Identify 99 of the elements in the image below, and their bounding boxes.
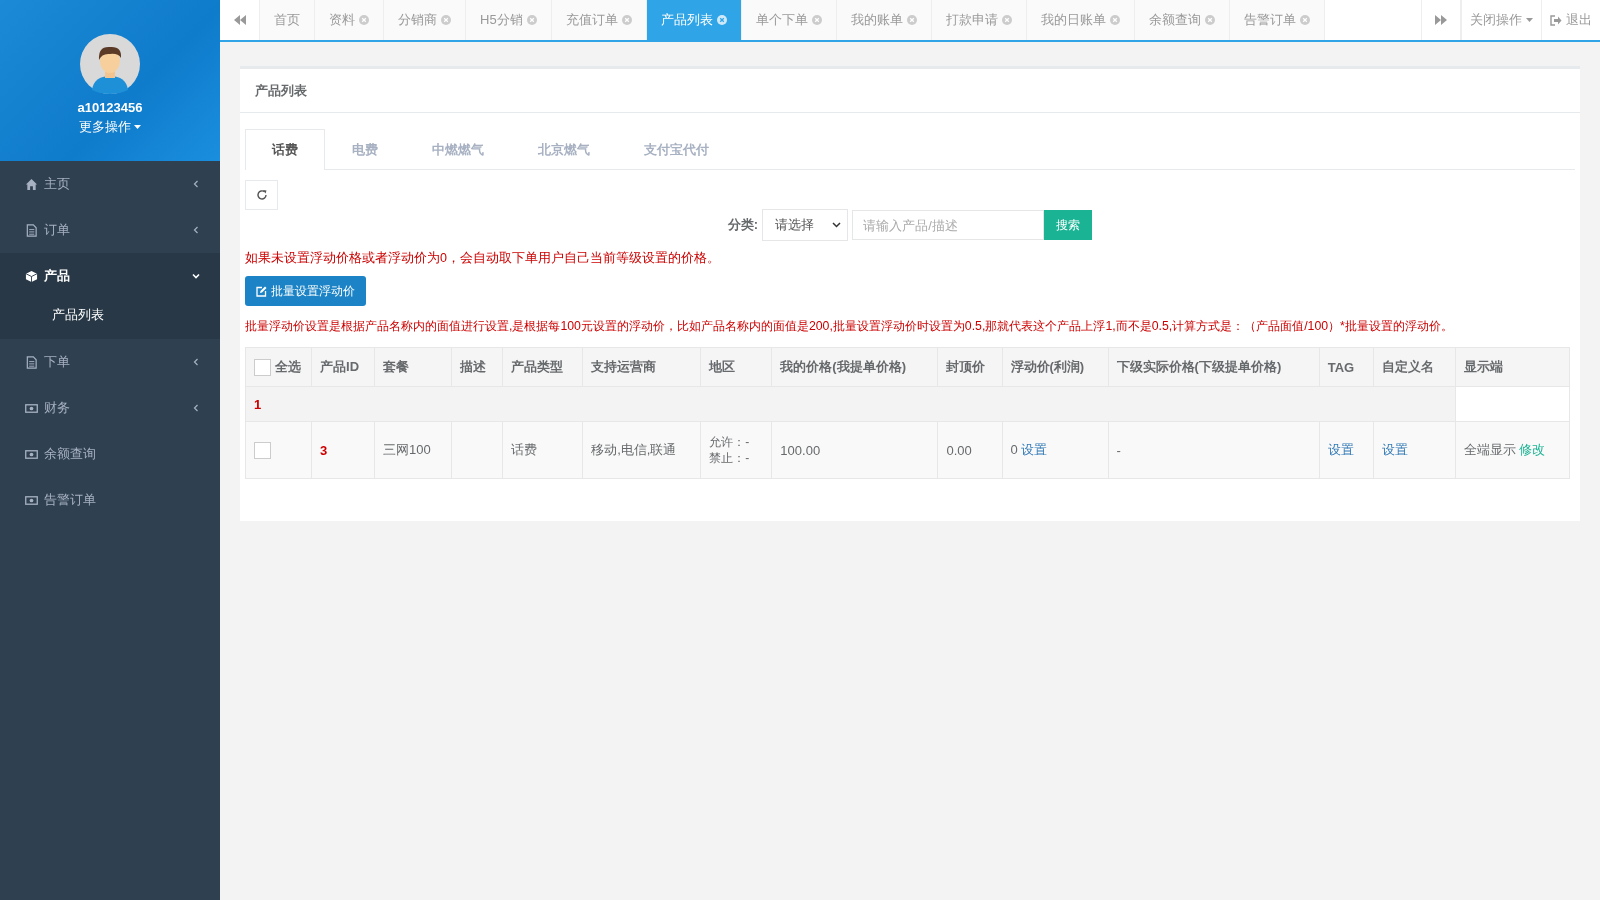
- table-cell: 3: [311, 421, 375, 479]
- category-tab[interactable]: 电费: [325, 129, 405, 169]
- table-cell: 话费: [502, 421, 583, 479]
- sidebar-item[interactable]: 主页: [0, 161, 220, 207]
- category-label: 分类:: [727, 216, 759, 234]
- set-link[interactable]: 设置: [1327, 442, 1354, 457]
- chevron-down-icon: [832, 222, 842, 228]
- column-header: 产品类型: [502, 347, 583, 387]
- close-icon[interactable]: [359, 15, 369, 25]
- money-icon: [25, 447, 38, 461]
- table-cell: 移动,电信,联通: [582, 421, 701, 479]
- chevron-left-icon: [192, 226, 200, 234]
- category-select[interactable]: 请选择: [762, 209, 849, 241]
- home-icon: [25, 177, 38, 191]
- page-tab[interactable]: 产品列表: [646, 0, 742, 40]
- column-header: 支持运营商: [582, 347, 701, 387]
- category-tab[interactable]: 支付宝代付: [617, 129, 736, 169]
- panel-title: 产品列表: [240, 69, 1580, 113]
- sidebar-item[interactable]: 告警订单: [0, 477, 220, 523]
- set-link[interactable]: 设置: [1381, 442, 1408, 457]
- column-header: 产品ID: [311, 347, 375, 387]
- column-header: 地区: [700, 347, 772, 387]
- column-header: 我的价格(我提单价格): [771, 347, 938, 387]
- chevron-left-icon: [192, 180, 200, 188]
- sidebar-item[interactable]: 下单: [0, 339, 220, 385]
- page-tab[interactable]: 分销商: [384, 0, 466, 40]
- category-tab[interactable]: 北京燃气: [511, 129, 617, 169]
- column-header: 全选: [275, 358, 301, 376]
- caret-icon: [134, 125, 141, 129]
- row-checkbox[interactable]: [254, 441, 271, 459]
- cube-icon: [25, 269, 38, 283]
- page-tab[interactable]: 告警订单: [1229, 0, 1325, 40]
- close-icon[interactable]: [1204, 15, 1215, 25]
- page-tab[interactable]: 我的账单: [836, 0, 932, 40]
- page-tab[interactable]: 首页: [260, 0, 315, 40]
- caret-icon: [1526, 18, 1533, 22]
- scroll-right-button[interactable]: [1421, 0, 1461, 40]
- chevron-left-icon: [192, 404, 200, 412]
- close-icon[interactable]: [1299, 15, 1310, 25]
- chevron-down-icon: [192, 272, 200, 280]
- file-icon: [25, 355, 38, 369]
- column-header: 封顶价: [937, 347, 1002, 387]
- chevron-left-icon: [192, 358, 200, 366]
- refresh-button[interactable]: [245, 180, 278, 210]
- money-icon: [25, 401, 38, 415]
- username: a10123456: [77, 100, 143, 115]
- page-tab[interactable]: 打款申请: [931, 0, 1027, 40]
- sidebar-item[interactable]: 订单: [0, 207, 220, 253]
- page-tab[interactable]: 资料: [315, 0, 384, 40]
- page-tab[interactable]: H5分销: [466, 0, 552, 40]
- edit-icon: [256, 285, 267, 297]
- page-tab[interactable]: 充值订单: [551, 0, 647, 40]
- table-cell: 0.00: [937, 421, 1002, 479]
- close-icon[interactable]: [526, 15, 537, 25]
- double-right-icon: [1435, 15, 1447, 25]
- close-icon[interactable]: [1109, 15, 1120, 25]
- table-cell: -: [1108, 421, 1320, 479]
- column-header: TAG: [1319, 347, 1374, 387]
- batch-float-price-button[interactable]: 批量设置浮动价: [245, 276, 366, 306]
- column-header: 描述: [451, 347, 503, 387]
- column-header: 套餐: [374, 347, 452, 387]
- page-tab[interactable]: 余额查询: [1134, 0, 1230, 40]
- edit-link[interactable]: 修改: [1519, 442, 1546, 457]
- column-header: 浮动价(利润): [1002, 347, 1109, 387]
- column-header: 显示端: [1455, 347, 1570, 387]
- table-cell: 100.00: [771, 421, 938, 479]
- money-icon: [25, 493, 38, 507]
- column-header: 下级实际价格(下级提单价格): [1108, 347, 1320, 387]
- table-cell: 三网100: [374, 421, 452, 479]
- group-row: 1: [245, 386, 1456, 422]
- close-icon[interactable]: [441, 15, 451, 25]
- table-cell: 0: [1010, 442, 1018, 457]
- sidebar-item[interactable]: 余额查询: [0, 431, 220, 477]
- category-tab[interactable]: 中燃燃气: [405, 129, 511, 169]
- search-field[interactable]: 请输入产品/描述: [852, 210, 1045, 240]
- sidebar-item[interactable]: 财务: [0, 385, 220, 431]
- sidebar-item[interactable]: 产品: [0, 253, 220, 299]
- file-icon: [25, 223, 38, 237]
- close-icon[interactable]: [811, 15, 822, 25]
- set-link[interactable]: 设置: [1021, 442, 1048, 457]
- refresh-icon: [255, 189, 268, 201]
- notice-text: 批量浮动价设置是根据产品名称内的面值进行设置,是根据每100元设置的浮动价，比如产品名称内的面值是200,批量设置浮动价时设置为0.5,那就代表这个产品上浮1,而不是0.5,计算方式是：（产品面值/100）*批量设置的浮动价。: [245, 318, 1454, 335]
- table-cell: 全端显示: [1463, 442, 1516, 457]
- column-header: 自定义名: [1373, 347, 1456, 387]
- double-left-icon: [233, 15, 246, 25]
- avatar-icon: [80, 34, 140, 94]
- select-all-checkbox[interactable]: [254, 358, 271, 376]
- close-icon[interactable]: [906, 15, 917, 25]
- close-icon[interactable]: [716, 15, 727, 25]
- page-tab[interactable]: 单个下单: [741, 0, 837, 40]
- more-actions-dropdown[interactable]: 更多操作: [79, 118, 141, 136]
- notice-text: 如果未设置浮动价格或者浮动价为0，会自动取下单用户自己当前等级设置的价格。: [245, 250, 721, 267]
- search-button[interactable]: 搜索: [1044, 210, 1093, 240]
- close-icon[interactable]: [621, 15, 632, 25]
- table-cell: 允许：- 禁止：-: [700, 421, 772, 479]
- category-tab[interactable]: 话费: [245, 129, 325, 170]
- close-icon[interactable]: [1001, 15, 1012, 25]
- page-tab[interactable]: 我的日账单: [1026, 0, 1135, 40]
- logout-icon: [1550, 14, 1562, 26]
